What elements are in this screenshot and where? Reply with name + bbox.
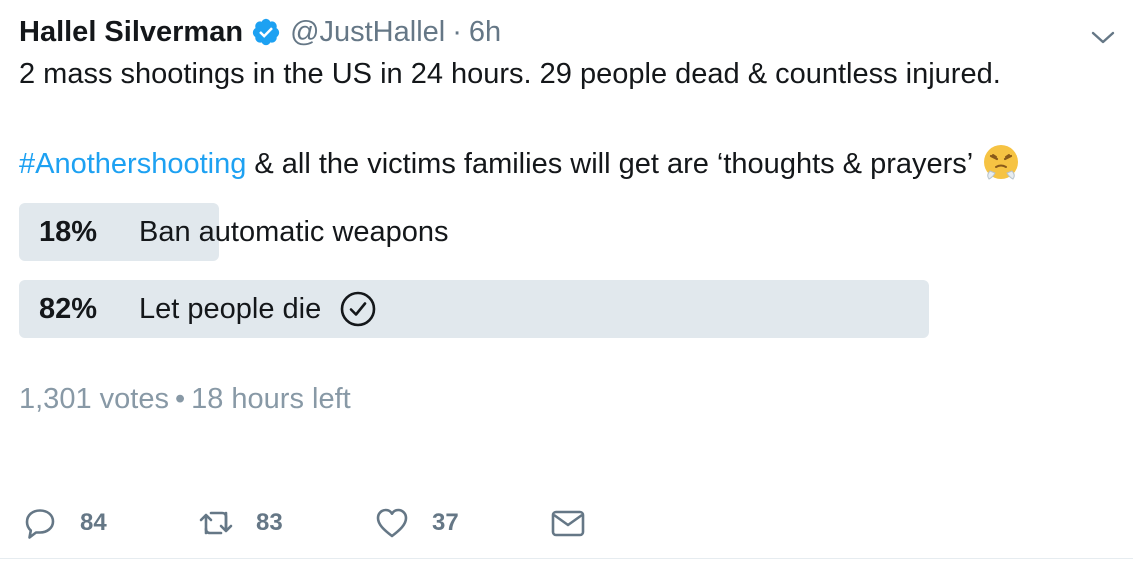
check-circle-icon [339,290,377,328]
display-name[interactable]: Hallel Silverman [19,16,243,49]
poll-option-2: 82% Let people die [19,280,1019,338]
poll-option-1-content: 18% Ban automatic weapons [39,203,449,261]
user-handle[interactable]: @JustHallel [290,16,445,49]
verified-badge-icon [251,17,281,47]
heart-icon [376,508,408,538]
poll-option-1-percent: 18% [39,215,98,248]
header-separator: · [452,15,462,48]
steam-from-nose-emoji-icon [981,143,1021,183]
tweet-text-line1: 2 mass shootings in the US in 24 hours. … [19,58,1001,90]
poll-votes: 1,301 votes [19,383,169,415]
poll-option-2-percent: 82% [39,292,98,325]
poll-option-1: 18% Ban automatic weapons [19,203,1019,261]
reply-count: 84 [80,509,107,536]
like-button[interactable]: 37 [374,500,459,546]
retweet-count: 83 [256,509,283,536]
poll-time-left: 18 hours left [191,383,351,415]
like-count: 37 [432,509,459,536]
poll-option-1-label: Ban automatic weapons [139,215,449,248]
poll-option-2-content: 82% Let people die [39,280,377,338]
tweet-timestamp[interactable]: 6h [469,16,501,49]
envelope-icon [551,510,585,537]
poll-meta: 1,301 votes • 18 hours left [19,383,351,416]
bottom-divider [0,558,1133,559]
tweet-text-line2-rest: & all the victims families will get are … [246,148,974,180]
hashtag-link[interactable]: #Anothershooting [19,148,246,180]
poll-option-2-label: Let people die [139,292,322,325]
reply-icon [25,509,55,539]
tweet-text-line2: #Anothershooting & all the victims famil… [19,143,1021,183]
chevron-down-icon[interactable] [1088,22,1118,52]
poll-meta-dot: • [174,383,186,415]
retweet-icon [199,511,233,535]
direct-message-button[interactable] [550,500,586,546]
reply-button[interactable]: 84 [22,500,107,546]
retweet-button[interactable]: 83 [198,500,283,546]
tweet-header: Hallel Silverman @JustHallel · 6h [19,12,501,52]
